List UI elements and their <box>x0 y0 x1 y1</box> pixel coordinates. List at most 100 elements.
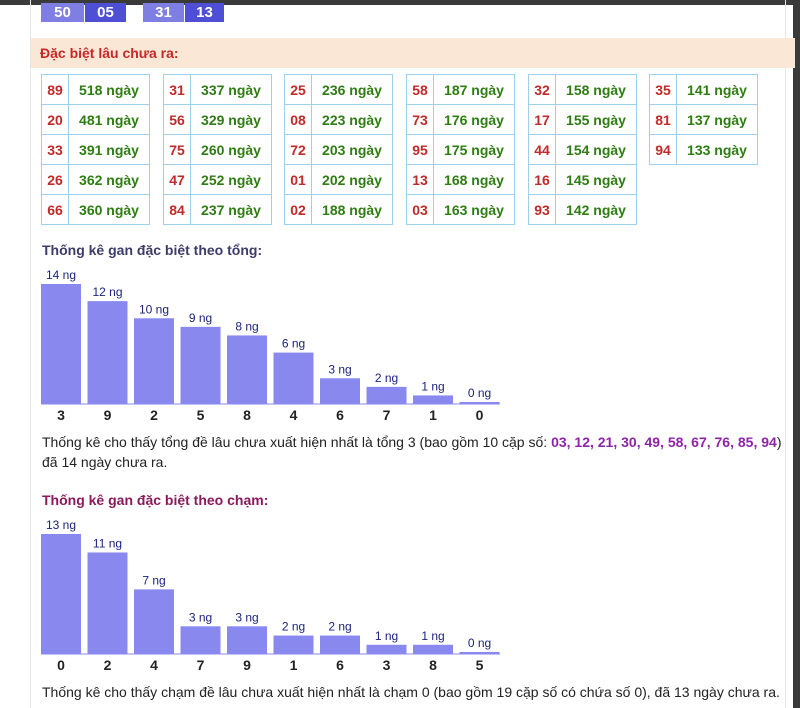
bar-value-label: 1 ng <box>375 629 398 643</box>
category-label: 7 <box>383 407 391 423</box>
table-row: 32 158 ngày <box>528 74 637 105</box>
days-count: 141 ngày <box>676 74 758 105</box>
table-row: 95 175 ngày <box>406 134 515 165</box>
category-label: 5 <box>197 407 205 423</box>
bar-value-label: 3 ng <box>328 362 351 376</box>
table-row: 02 188 ngày <box>284 194 393 225</box>
days-count: 187 ngày <box>433 74 515 105</box>
category-label: 6 <box>336 407 344 423</box>
days-count: 163 ngày <box>433 194 515 225</box>
gan-table-5: 32 158 ngày 17 155 ngày 44 154 ngày 16 145 ngày… <box>528 74 637 225</box>
bar-value-label: 2 ng <box>328 620 351 634</box>
category-label: 0 <box>476 407 484 423</box>
pair-number: 08 <box>284 104 312 135</box>
category-label: 4 <box>150 657 158 673</box>
pair-number: 26 <box>41 164 69 195</box>
table-row: 89 518 ngày <box>41 74 150 105</box>
bar-value-label: 0 ng <box>468 636 491 650</box>
pair-number: 03 <box>406 194 434 225</box>
bar-5 <box>180 326 221 404</box>
bar-0 <box>459 402 500 404</box>
table-row: 72 203 ngày <box>284 134 393 165</box>
table-row: 17 155 ngày <box>528 104 637 135</box>
bar-value-label: 12 ng <box>92 285 122 299</box>
days-count: 237 ngày <box>190 194 272 225</box>
bar-6 <box>320 378 360 404</box>
days-count: 142 ngày <box>555 194 637 225</box>
days-count: 155 ngày <box>555 104 637 135</box>
table-row: 16 145 ngày <box>528 164 637 195</box>
pair-number: 58 <box>406 74 434 105</box>
days-count: 518 ngày <box>68 74 150 105</box>
bar-value-label: 3 ng <box>235 610 258 624</box>
table-row: 13 168 ngày <box>406 164 515 195</box>
pair-number: 56 <box>163 104 191 135</box>
table-row: 01 202 ngày <box>284 164 393 195</box>
bar-5 <box>459 652 500 654</box>
pair-number: 73 <box>406 104 434 135</box>
table-row: 26 362 ngày <box>41 164 150 195</box>
bar-value-label: 14 ng <box>46 268 76 282</box>
days-count: 202 ngày <box>311 164 393 195</box>
bar-value-label: 9 ng <box>189 311 212 325</box>
category-label: 9 <box>104 407 112 423</box>
category-label: 7 <box>197 657 205 673</box>
section-title: Đặc biệt lâu chưa ra: <box>31 38 795 68</box>
days-count: 391 ngày <box>68 134 150 165</box>
table-row: 33 391 ngày <box>41 134 150 165</box>
bar-value-label: 11 ng <box>93 536 122 550</box>
bar-value-label: 2 ng <box>375 371 398 385</box>
days-count: 158 ngày <box>555 74 637 105</box>
table-row: 84 237 ngày <box>163 194 272 225</box>
bar-value-label: 6 ng <box>282 337 305 351</box>
pair-number: 81 <box>649 104 677 135</box>
category-label: 5 <box>476 657 484 673</box>
pair-number: 89 <box>41 74 69 105</box>
table-row: 03 163 ngày <box>406 194 515 225</box>
category-label: 1 <box>290 657 298 673</box>
pair-number: 17 <box>528 104 556 135</box>
days-count: 154 ngày <box>555 134 637 165</box>
bar-2 <box>134 318 174 404</box>
table-row: 25 236 ngày <box>284 74 393 105</box>
category-label: 2 <box>104 657 112 673</box>
bar-9 <box>227 626 267 654</box>
table-row: 75 260 ngày <box>163 134 272 165</box>
stat-tong-description: Thống kê cho thấy tổng đề lâu chưa xuất … <box>42 432 788 472</box>
pair-number: 32 <box>528 74 556 105</box>
stat-tong-title: Thống kê gan đặc biệt theo tổng: <box>42 242 263 258</box>
table-row: 44 154 ngày <box>528 134 637 165</box>
pair-number: 75 <box>163 134 191 165</box>
days-count: 145 ngày <box>555 164 637 195</box>
pair-number: 47 <box>163 164 191 195</box>
bar-7 <box>180 626 221 654</box>
gan-table-1: 89 518 ngày 20 481 ngày 33 391 ngày 26 362 ngày… <box>41 74 150 225</box>
bar-8 <box>227 335 267 404</box>
category-label: 2 <box>150 407 158 423</box>
result-chip-4: 13 <box>185 3 224 22</box>
table-row: 73 176 ngày <box>406 104 515 135</box>
gan-table-6: 35 141 ngày 81 137 ngày 94 133 ngày <box>649 74 758 165</box>
days-count: 137 ngày <box>676 104 758 135</box>
days-count: 223 ngày <box>311 104 393 135</box>
result-chip-3: 31 <box>143 3 184 22</box>
desc-tong-highlight: 03, 12, 21, 30, 49, 58, 67, 76, 85, 94 <box>551 434 777 450</box>
bar-8 <box>413 644 453 654</box>
pair-number: 93 <box>528 194 556 225</box>
table-row: 47 252 ngày <box>163 164 272 195</box>
bar-1 <box>413 395 453 404</box>
stat-cham-description: Thống kê cho thấy chạm đề lâu chưa xuất … <box>42 684 780 700</box>
days-count: 176 ngày <box>433 104 515 135</box>
days-count: 329 ngày <box>190 104 272 135</box>
days-count: 175 ngày <box>433 134 515 165</box>
gan-table-2: 31 337 ngày 56 329 ngày 75 260 ngày 47 252 ngày… <box>163 74 272 225</box>
pair-number: 72 <box>284 134 312 165</box>
bar-value-label: 3 ng <box>189 610 212 624</box>
days-count: 133 ngày <box>676 134 758 165</box>
bar-7 <box>366 386 407 404</box>
pair-number: 01 <box>284 164 312 195</box>
chart-tong: 14 ng312 ng910 ng29 ng58 ng86 ng43 ng62 … <box>41 268 500 423</box>
days-count: 252 ngày <box>190 164 272 195</box>
table-row: 20 481 ngày <box>41 104 150 135</box>
bar-value-label: 1 ng <box>421 629 444 643</box>
